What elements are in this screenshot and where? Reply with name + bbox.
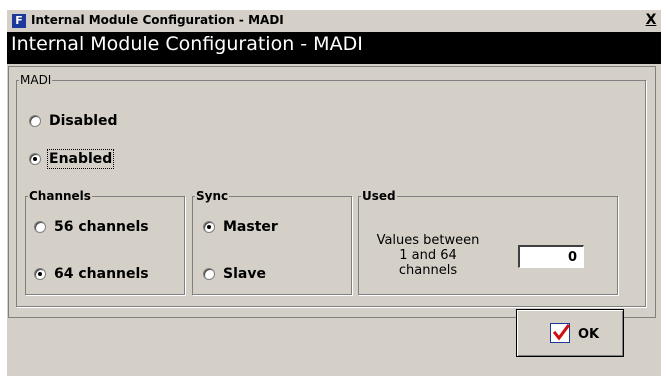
disabled-radio[interactable]: Disabled	[29, 113, 118, 129]
used-hint-line: 1 and 64	[399, 248, 457, 263]
channels-64-label: 64 channels	[54, 266, 149, 282]
sync-group: Sync Master Slave	[192, 189, 352, 295]
banner-title: Internal Module Configuration - MADI	[11, 33, 363, 55]
slave-label: Slave	[223, 266, 266, 282]
enabled-label: Enabled	[46, 149, 115, 169]
radio-icon	[203, 268, 215, 280]
master-label: Master	[223, 219, 278, 235]
channels-64-radio[interactable]: 64 channels	[34, 266, 149, 282]
title-bar[interactable]: F Internal Module Configuration - MADI X	[7, 10, 661, 32]
channels-group: Channels 56 channels 64 channels	[25, 189, 185, 295]
checkmark-icon	[550, 323, 570, 343]
dialog-window: F Internal Module Configuration - MADI X…	[7, 10, 661, 376]
enabled-radio[interactable]: Enabled	[29, 149, 115, 169]
window-title: Internal Module Configuration - MADI	[31, 13, 284, 27]
used-legend: Used	[362, 189, 396, 203]
radio-selected-icon	[203, 221, 215, 233]
header-banner: Internal Module Configuration - MADI	[7, 32, 661, 64]
master-radio[interactable]: Master	[203, 219, 278, 235]
sync-legend: Sync	[196, 189, 229, 203]
radio-selected-icon	[34, 268, 46, 280]
ok-label: OK	[578, 327, 600, 342]
app-icon: F	[12, 14, 26, 28]
disabled-label: Disabled	[49, 113, 118, 129]
madi-group: MADI Disabled Enabled Channels 56 channe…	[16, 73, 646, 307]
channels-56-label: 56 channels	[54, 219, 149, 235]
content-panel: MADI Disabled Enabled Channels 56 channe…	[8, 66, 656, 318]
slave-radio[interactable]: Slave	[203, 266, 266, 282]
used-hint-line: Values between	[376, 233, 480, 248]
channels-56-radio[interactable]: 56 channels	[34, 219, 149, 235]
close-button[interactable]: X	[643, 12, 659, 28]
used-hint-line: channels	[398, 263, 458, 278]
radio-selected-icon	[29, 153, 41, 165]
used-group: Used Values between 1 and 64 channels 0	[358, 189, 618, 295]
used-channels-input[interactable]: 0	[518, 245, 584, 268]
used-hint: Values between 1 and 64 channels	[370, 233, 486, 278]
madi-legend: MADI	[20, 73, 52, 87]
channels-legend: Channels	[29, 189, 91, 203]
ok-button[interactable]: OK	[516, 309, 624, 357]
radio-icon	[29, 115, 41, 127]
radio-icon	[34, 221, 46, 233]
